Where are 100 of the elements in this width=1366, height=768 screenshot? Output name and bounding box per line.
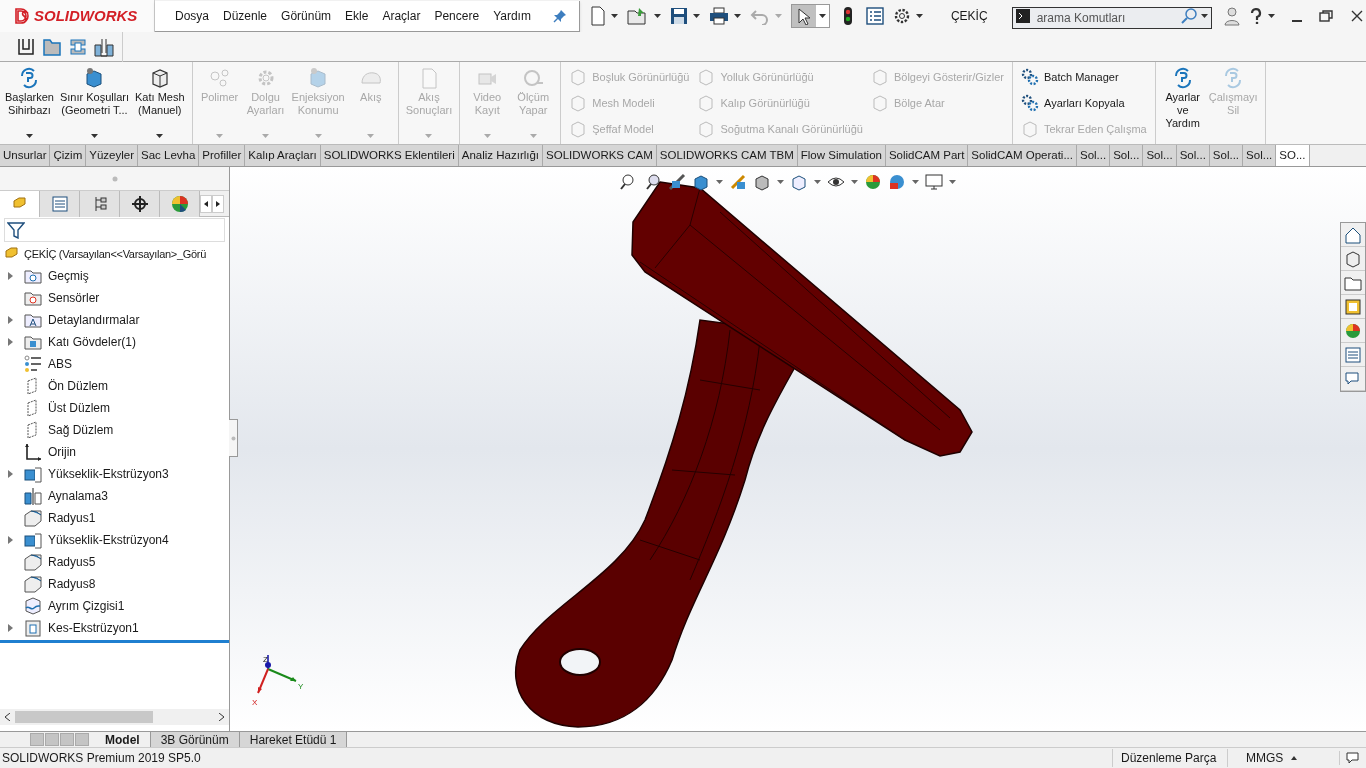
- tree-item[interactable]: ÇEKİÇ (Varsayılan<<Varsayılan>_Görü: [0, 243, 227, 265]
- command-tab[interactable]: Sol...: [1077, 145, 1111, 166]
- cube-outline-icon: [697, 94, 716, 112]
- minimize-icon: [1290, 20, 1303, 22]
- ribbon-button[interactable]: Ayarlar ve Yardım: [1159, 66, 1206, 144]
- fillet-icon: [24, 575, 42, 593]
- caret-icon: [774, 14, 782, 18]
- command-tab[interactable]: Sol...: [1243, 145, 1277, 166]
- menu-item[interactable]: Ekle: [345, 6, 369, 25]
- extrude-feature-icon: [24, 465, 42, 483]
- appearance-icon: [864, 173, 882, 191]
- undo-icon: [749, 7, 770, 25]
- sensor-folder-icon: [24, 289, 42, 307]
- tree-item[interactable]: Orijin: [0, 441, 229, 463]
- command-tab[interactable]: Yüzeyler: [86, 145, 138, 166]
- menu-item[interactable]: Araçlar: [382, 6, 421, 25]
- scroll-left-button[interactable]: [200, 194, 212, 213]
- caret-icon: [367, 134, 375, 138]
- history-folder-icon: [24, 267, 42, 285]
- tree-item[interactable]: Ayrım Çizgisi1: [0, 595, 229, 617]
- command-tab[interactable]: Sac Levha: [137, 145, 200, 166]
- caret-icon: [912, 180, 919, 184]
- command-tab[interactable]: Flow Simulation: [797, 145, 886, 166]
- caret-icon: [692, 14, 700, 18]
- search-field[interactable]: arama Komutları: [1011, 7, 1212, 29]
- model-tab[interactable]: 3B Görünüm: [150, 732, 240, 747]
- scroll-right-button[interactable]: [212, 194, 224, 213]
- menu-item[interactable]: Yardım: [493, 6, 531, 25]
- tree-item[interactable]: Geçmiş: [0, 265, 229, 287]
- ribbon-button[interactable]: Sınır Koşulları (Geometri T...: [56, 66, 132, 144]
- menu-item[interactable]: Dosya: [175, 6, 209, 25]
- tree-item[interactable]: Detaylandırmalar: [0, 309, 229, 331]
- mirror-icon: [24, 487, 42, 505]
- tree-item[interactable]: Katı Gövdeler(1): [0, 331, 229, 353]
- tree-item[interactable]: Radyus1: [0, 507, 229, 529]
- tree-item[interactable]: Üst Düzlem: [0, 397, 229, 419]
- left-arrow-icon: [204, 200, 208, 207]
- command-tab[interactable]: Analiz Hazırlığı: [458, 145, 544, 166]
- command-tab[interactable]: SOLIDWORKS Eklentileri: [320, 145, 459, 166]
- scene-icon: [888, 173, 906, 191]
- ds-logo-icon: [14, 7, 30, 25]
- command-tab[interactable]: SOLIDWORKS CAM: [543, 145, 657, 166]
- pin-icon: [552, 8, 567, 23]
- tree-item[interactable]: Aynalama3: [0, 485, 229, 507]
- ribbon-button[interactable]: Katı Mesh (Manuel): [132, 66, 188, 144]
- list-icon: [865, 7, 884, 25]
- command-tab[interactable]: Çizim: [50, 145, 87, 166]
- ribbon-button[interactable]: Batch Manager: [1021, 68, 1147, 86]
- status-text: Düzenleme Parça: [1112, 749, 1227, 767]
- panel-resize-handle[interactable]: [229, 419, 238, 457]
- command-tab[interactable]: SOLIDWORKS CAM TBM: [656, 145, 798, 166]
- command-tab[interactable]: Kalıp Araçları: [245, 145, 321, 166]
- search-icon: [1180, 8, 1197, 24]
- tree-item[interactable]: Sağ Düzlem: [0, 419, 229, 441]
- expand-arrow-icon: [8, 470, 13, 478]
- cube-icon: [1344, 249, 1362, 268]
- caret-icon: [915, 14, 923, 18]
- help-icon: [1249, 8, 1262, 24]
- model-tab[interactable]: Hareket Etüdü 1: [239, 732, 348, 747]
- axis-label: Z: [263, 655, 268, 664]
- tree-item[interactable]: Yükseklik-Ekstrüzyon4: [0, 529, 229, 551]
- tree-item[interactable]: Yükseklik-Ekstrüzyon3: [0, 463, 229, 485]
- menu-item[interactable]: Düzenle: [223, 6, 268, 25]
- gear-pair-icon: [1021, 94, 1039, 112]
- command-tab[interactable]: Sol...: [1209, 145, 1244, 166]
- tree-item[interactable]: Sensörler: [0, 287, 229, 309]
- menu-item[interactable]: Görünüm: [281, 6, 332, 25]
- close-icon: [1350, 10, 1363, 22]
- tree-item[interactable]: ABS: [0, 353, 229, 375]
- caret-icon: [851, 180, 858, 184]
- command-tab[interactable]: Unsurlar: [0, 145, 51, 166]
- command-tab[interactable]: SolidCAM Part: [885, 145, 969, 166]
- tree-item[interactable]: Kes-Ekstrüzyon1: [0, 617, 229, 639]
- command-tab[interactable]: Sol...: [1143, 145, 1177, 166]
- horizontal-scrollbar[interactable]: [0, 709, 229, 725]
- ribbon-button[interactable]: Ayarları Kopyala: [1021, 94, 1147, 112]
- units-selector[interactable]: MMGS: [1227, 749, 1339, 767]
- ribbon-button[interactable]: Başlarken Sihirbazı: [2, 66, 57, 144]
- tree-item[interactable]: Ön Düzlem: [0, 375, 229, 397]
- axis-label: X: [252, 698, 258, 707]
- command-tab[interactable]: Sol...: [1110, 145, 1144, 166]
- sketch-box-icon: [42, 36, 62, 57]
- command-tab[interactable]: Sol...: [1176, 145, 1210, 166]
- command-tab[interactable]: SO...: [1276, 145, 1310, 166]
- menu-item[interactable]: Pencere: [434, 6, 480, 25]
- tree-item[interactable]: Radyus5: [0, 551, 229, 573]
- select-tool-button[interactable]: [790, 4, 830, 28]
- caret-icon: [483, 134, 491, 138]
- caret-icon: [1200, 14, 1208, 18]
- command-tab[interactable]: SolidCAM Operati...: [968, 145, 1077, 166]
- tree-item[interactable]: Radyus8: [0, 573, 229, 595]
- cube-outline-icon: [1021, 120, 1039, 138]
- filter-field[interactable]: [4, 218, 225, 242]
- panel-tab[interactable]: [120, 190, 160, 217]
- command-tab[interactable]: Profiller: [199, 145, 246, 166]
- caret-icon: [262, 134, 270, 138]
- molecule-icon: [207, 66, 232, 90]
- list-icon: [1344, 345, 1362, 364]
- expand-arrow-icon: [8, 272, 13, 280]
- traffic-light-icon: [842, 6, 853, 26]
